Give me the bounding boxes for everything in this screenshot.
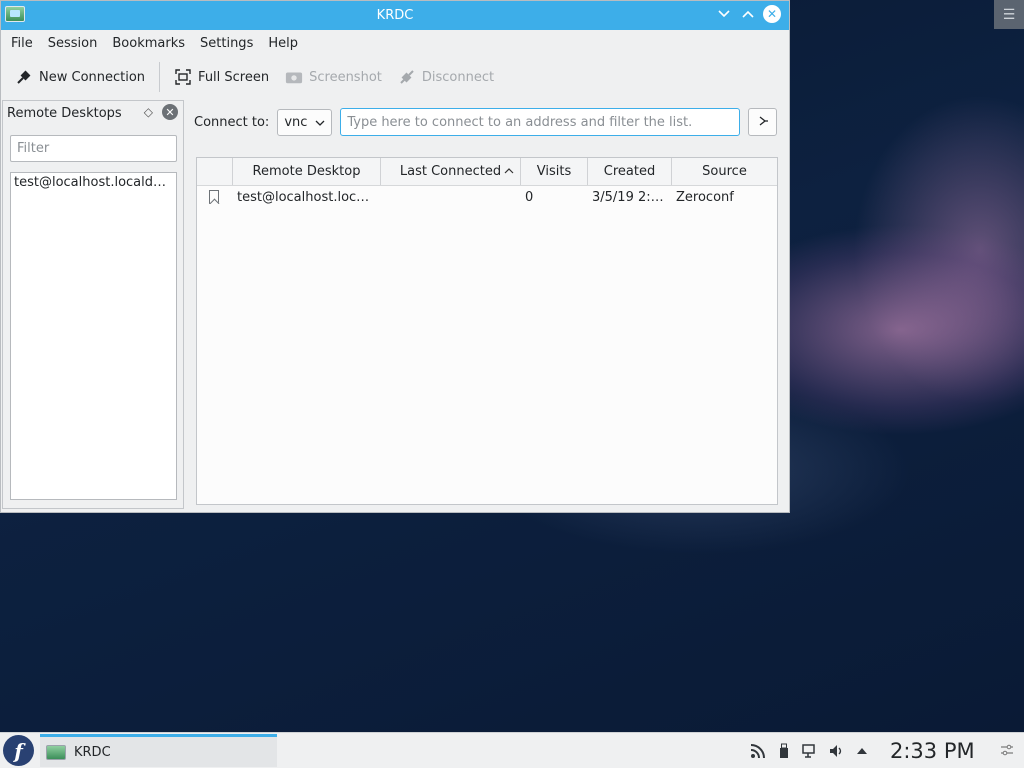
list-item[interactable]: test@localhost.localdomain — [11, 173, 176, 192]
column-label-last-connected: Last Connected — [399, 164, 502, 179]
remote-desktops-list: test@localhost.localdomain — [10, 172, 177, 500]
table-header: Remote Desktop Last Connected Visits Cre… — [197, 158, 777, 186]
maximize-button[interactable] — [739, 5, 757, 23]
title-bar[interactable]: KRDC ✕ — [1, 1, 789, 30]
system-tray — [750, 733, 870, 768]
column-header-last-connected[interactable]: Last Connected — [381, 158, 521, 185]
menu-settings[interactable]: Settings — [194, 30, 259, 58]
fedora-launcher-icon[interactable]: f — [3, 735, 34, 766]
taskbar-task-krdc[interactable]: KRDC — [40, 734, 277, 767]
remote-desktops-table: Remote Desktop Last Connected Visits Cre… — [196, 157, 778, 505]
filter-input[interactable] — [10, 135, 177, 162]
connect-row: Connect to: vnc — [194, 108, 778, 136]
new-connection-button[interactable]: New Connection — [7, 62, 153, 92]
krdc-app-icon[interactable] — [5, 6, 25, 22]
protocol-value: vnc — [284, 114, 308, 130]
panel-header: Remote Desktops ◇ ✕ — [3, 101, 183, 125]
created-cell: 3/5/19 2:33 PM — [592, 189, 672, 205]
main-toolbar: New Connection Full Screen Screenshot Di… — [1, 58, 789, 96]
tray-expand-icon[interactable] — [854, 743, 870, 759]
menu-help[interactable]: Help — [262, 30, 304, 58]
close-button[interactable]: ✕ — [763, 5, 781, 23]
desktop-menu-icon[interactable]: ☰ — [994, 0, 1024, 29]
sort-ascending-icon — [504, 166, 514, 177]
volume-icon[interactable] — [828, 743, 844, 759]
chevron-down-icon — [315, 115, 325, 130]
rss-icon[interactable] — [750, 743, 766, 759]
disconnect-plug-icon — [398, 68, 416, 86]
bookmark-icon[interactable] — [209, 190, 219, 204]
fullscreen-icon — [174, 68, 192, 86]
remote-desktop-cell: test@localhost.localdomain — [237, 189, 381, 205]
visits-cell: 0 — [525, 189, 534, 205]
menu-bar: File Session Bookmarks Settings Help — [1, 30, 789, 58]
full-screen-button[interactable]: Full Screen — [166, 62, 277, 92]
bookmark-cell[interactable] — [197, 190, 233, 204]
window-title: KRDC — [376, 8, 414, 23]
screenshot-label: Screenshot — [309, 69, 382, 85]
new-connection-label: New Connection — [39, 69, 146, 85]
table-row[interactable]: test@localhost.localdomain 0 3/5/19 2:33… — [197, 186, 777, 208]
close-panel-icon[interactable]: ✕ — [162, 104, 178, 120]
protocol-select[interactable]: vnc — [277, 108, 333, 136]
column-header-source[interactable]: Source — [672, 158, 777, 185]
address-input[interactable] — [340, 108, 741, 136]
clock[interactable]: 2:33 PM — [890, 733, 975, 768]
float-panel-icon[interactable]: ◇ — [144, 105, 153, 119]
disconnect-label: Disconnect — [421, 69, 495, 85]
column-header-created[interactable]: Created — [588, 158, 672, 185]
krdc-task-icon — [46, 744, 66, 760]
column-header-bookmark[interactable] — [197, 158, 233, 185]
screenshot-button[interactable]: Screenshot — [277, 62, 390, 92]
network-icon[interactable] — [802, 743, 818, 759]
panel-title: Remote Desktops — [7, 105, 122, 121]
column-header-visits[interactable]: Visits — [521, 158, 588, 185]
camera-icon — [285, 68, 303, 86]
krdc-window: KRDC ✕ File Session Bookmarks Settings H… — [0, 0, 790, 513]
disconnect-button[interactable]: Disconnect — [390, 62, 502, 92]
usb-device-icon[interactable] — [776, 743, 792, 759]
go-arrow-icon — [757, 115, 769, 130]
connect-to-label: Connect to: — [194, 114, 270, 130]
full-screen-label: Full Screen — [198, 69, 270, 85]
source-cell: Zeroconf — [676, 189, 734, 205]
taskbar: f KRDC 2:33 PM — [0, 732, 1024, 768]
column-header-remote-desktop[interactable]: Remote Desktop — [233, 158, 381, 185]
task-label: KRDC — [74, 744, 111, 760]
panel-settings-icon[interactable] — [1000, 743, 1016, 759]
menu-session[interactable]: Session — [42, 30, 104, 58]
minimize-button[interactable] — [715, 5, 733, 23]
connect-go-button[interactable] — [748, 108, 778, 136]
toolbar-separator — [159, 62, 161, 92]
remote-desktops-panel: Remote Desktops ◇ ✕ test@localhost.local… — [2, 100, 184, 509]
plug-icon — [15, 68, 33, 86]
menu-file[interactable]: File — [5, 30, 39, 58]
menu-bookmarks[interactable]: Bookmarks — [106, 30, 191, 58]
